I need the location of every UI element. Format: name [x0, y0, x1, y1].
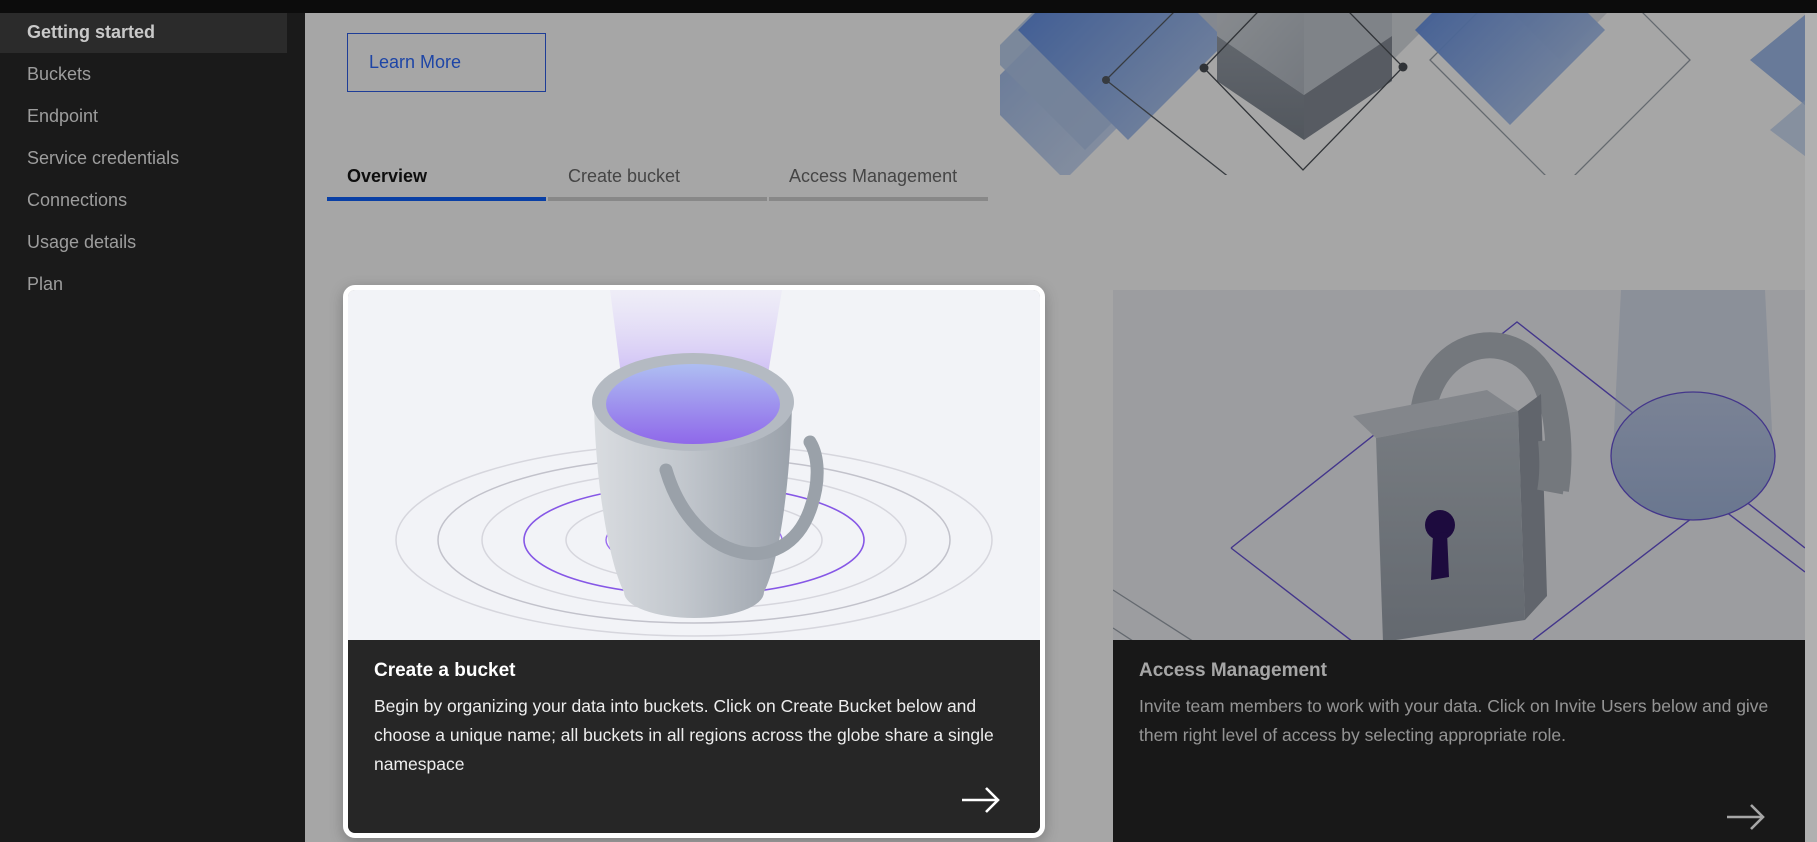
- arrow-right-icon[interactable]: [958, 785, 1004, 815]
- create-bucket-card[interactable]: Create a bucket Begin by organizing your…: [343, 285, 1045, 838]
- sidebar-item-endpoint[interactable]: Endpoint: [0, 95, 287, 137]
- card-title: Create a bucket: [374, 660, 1014, 682]
- bucket-illustration: [348, 290, 1040, 640]
- card-footer: Create a bucket Begin by organizing your…: [348, 640, 1040, 833]
- sidebar-item-usage-details[interactable]: Usage details: [0, 221, 287, 263]
- top-strip: [0, 0, 1817, 13]
- sidebar: Getting started Buckets Endpoint Service…: [0, 0, 305, 842]
- sidebar-item-connections[interactable]: Connections: [0, 179, 287, 221]
- sidebar-item-getting-started[interactable]: Getting started: [0, 12, 287, 53]
- sidebar-item-buckets[interactable]: Buckets: [0, 53, 287, 95]
- vertical-scrollbar[interactable]: [1805, 13, 1817, 842]
- main-content: Learn More Overview Create bucket Access…: [305, 0, 1817, 842]
- sidebar-item-plan[interactable]: Plan: [0, 263, 287, 305]
- sidebar-item-service-credentials[interactable]: Service credentials: [0, 137, 287, 179]
- app-window: Getting started Buckets Endpoint Service…: [0, 0, 1817, 842]
- card-description: Begin by organizing your data into bucke…: [374, 692, 1014, 779]
